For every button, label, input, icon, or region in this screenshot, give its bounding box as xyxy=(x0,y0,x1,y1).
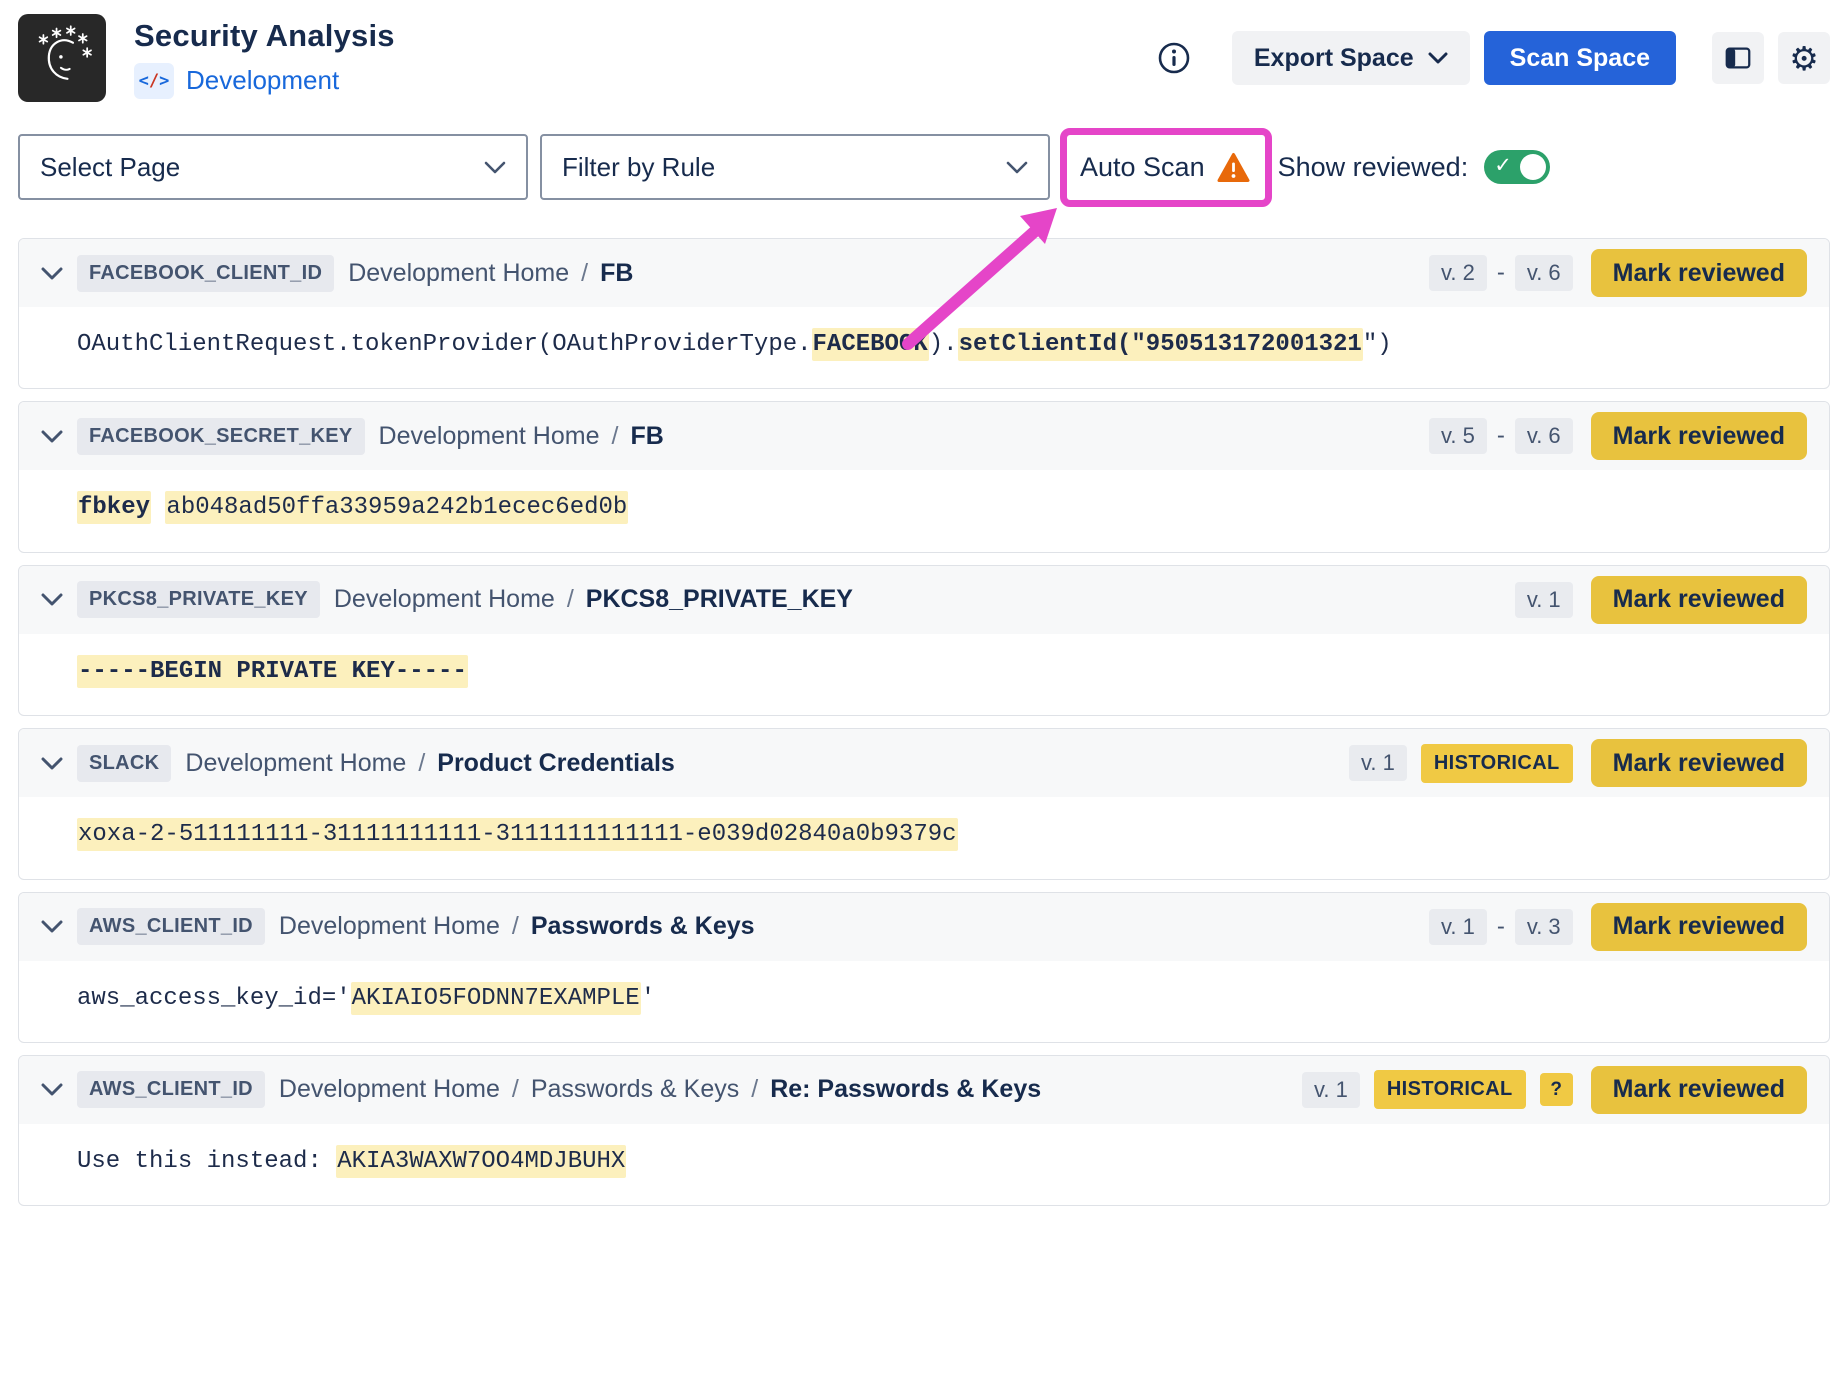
breadcrumb: Development Home/Product Credentials xyxy=(185,749,674,778)
results-list: FACEBOOK_CLIENT_ID Development Home/FB v… xyxy=(18,238,1830,1206)
title-block: Security Analysis </> Development xyxy=(134,18,395,99)
version-range: v. 1 xyxy=(1302,1072,1360,1108)
chevron-down-icon xyxy=(1428,52,1448,64)
export-space-label: Export Space xyxy=(1254,44,1414,73)
collapse-chevron-icon[interactable] xyxy=(41,430,63,443)
result-header: AWS_CLIENT_ID Development Home/Passwords… xyxy=(19,893,1829,961)
collapse-chevron-icon[interactable] xyxy=(41,757,63,770)
result-block: PKCS8_PRIVATE_KEY Development Home/PKCS8… xyxy=(18,565,1830,716)
rule-badge: AWS_CLIENT_ID xyxy=(77,908,265,945)
result-block: FACEBOOK_CLIENT_ID Development Home/FB v… xyxy=(18,238,1830,389)
breadcrumb: Development Home/Passwords & Keys/Re: Pa… xyxy=(279,1075,1041,1104)
rule-badge: AWS_CLIENT_ID xyxy=(77,1071,265,1108)
breadcrumb: Development Home/FB xyxy=(379,422,664,451)
auto-scan-label: Auto Scan xyxy=(1080,152,1205,183)
result-header: PKCS8_PRIVATE_KEY Development Home/PKCS8… xyxy=(19,566,1829,634)
rule-badge: SLACK xyxy=(77,745,171,782)
result-header: SLACK Development Home/Product Credentia… xyxy=(19,729,1829,797)
code-snippet: -----BEGIN PRIVATE KEY----- xyxy=(19,634,1829,715)
chevron-down-icon xyxy=(1006,161,1028,174)
layout-panel-button[interactable] xyxy=(1712,32,1764,84)
mark-reviewed-button[interactable]: Mark reviewed xyxy=(1591,412,1807,460)
collapse-chevron-icon[interactable] xyxy=(41,593,63,606)
version-range: v. 2-v. 6 xyxy=(1429,255,1573,291)
panel-layout-icon xyxy=(1723,43,1753,73)
result-block: SLACK Development Home/Product Credentia… xyxy=(18,728,1830,879)
code-space-icon: </> xyxy=(134,63,174,99)
page-title: Security Analysis xyxy=(134,18,395,54)
check-icon: ✓ xyxy=(1494,153,1512,177)
rule-badge: PKCS8_PRIVATE_KEY xyxy=(77,581,320,618)
filter-rule-dropdown[interactable]: Filter by Rule xyxy=(540,134,1050,200)
code-snippet: fbkey ab048ad50ffa33959a242b1ecec6ed0b xyxy=(19,470,1829,551)
breadcrumb: Development Home/Passwords & Keys xyxy=(279,912,755,941)
code-snippet: OAuthClientRequest.tokenProvider(OAuthPr… xyxy=(19,307,1829,388)
mark-reviewed-button[interactable]: Mark reviewed xyxy=(1591,903,1807,951)
select-page-placeholder: Select Page xyxy=(40,152,180,183)
filter-rule-placeholder: Filter by Rule xyxy=(562,152,715,183)
header: Security Analysis </> Development Export… xyxy=(18,14,1830,102)
result-header: AWS_CLIENT_ID Development Home/Passwords… xyxy=(19,1056,1829,1124)
question-badge[interactable]: ? xyxy=(1540,1073,1573,1106)
show-reviewed-toggle[interactable]: ✓ xyxy=(1484,150,1550,184)
collapse-chevron-icon[interactable] xyxy=(41,267,63,280)
space-link[interactable]: Development xyxy=(186,65,339,96)
historical-badge: HISTORICAL xyxy=(1421,744,1573,783)
mark-reviewed-button[interactable]: Mark reviewed xyxy=(1591,249,1807,297)
result-header: FACEBOOK_CLIENT_ID Development Home/FB v… xyxy=(19,239,1829,307)
rule-badge: FACEBOOK_CLIENT_ID xyxy=(77,255,334,292)
code-snippet: aws_access_key_id='AKIAIO5FODNN7EXAMPLE' xyxy=(19,961,1829,1042)
mark-reviewed-button[interactable]: Mark reviewed xyxy=(1591,576,1807,624)
info-icon[interactable] xyxy=(1156,40,1192,76)
version-range: v. 5-v. 6 xyxy=(1429,418,1573,454)
header-actions: Export Space Scan Space ⚙ xyxy=(1156,31,1830,85)
gear-icon: ⚙ xyxy=(1789,42,1819,75)
result-block: AWS_CLIENT_ID Development Home/Passwords… xyxy=(18,1055,1830,1206)
chevron-down-icon xyxy=(484,161,506,174)
settings-button[interactable]: ⚙ xyxy=(1778,32,1830,84)
result-block: AWS_CLIENT_ID Development Home/Passwords… xyxy=(18,892,1830,1043)
scan-space-button[interactable]: Scan Space xyxy=(1484,31,1676,85)
result-header: FACEBOOK_SECRET_KEY Development Home/FB … xyxy=(19,402,1829,470)
breadcrumb: Development Home/FB xyxy=(348,259,633,288)
version-range: v. 1 xyxy=(1515,582,1573,618)
auto-scan-control[interactable]: Auto Scan xyxy=(1076,152,1254,183)
code-snippet: xoxa-2-511111111-31111111111-31111111111… xyxy=(19,797,1829,878)
code-snippet: Use this instead: AKIA3WAXW7OO4MDJBUHX xyxy=(19,1124,1829,1205)
show-reviewed-control: Show reviewed: ✓ xyxy=(1278,150,1551,184)
export-space-button[interactable]: Export Space xyxy=(1232,31,1470,85)
version-range: v. 1-v. 3 xyxy=(1429,909,1573,945)
mark-reviewed-button[interactable]: Mark reviewed xyxy=(1591,739,1807,787)
app-logo-icon xyxy=(18,14,106,102)
select-page-dropdown[interactable]: Select Page xyxy=(18,134,528,200)
collapse-chevron-icon[interactable] xyxy=(41,1083,63,1096)
rule-badge: FACEBOOK_SECRET_KEY xyxy=(77,418,365,455)
collapse-chevron-icon[interactable] xyxy=(41,920,63,933)
version-range: v. 1 xyxy=(1349,745,1407,781)
mark-reviewed-button[interactable]: Mark reviewed xyxy=(1591,1066,1807,1114)
security-analysis-page: Security Analysis </> Development Export… xyxy=(0,0,1848,1378)
historical-badge: HISTORICAL xyxy=(1374,1070,1526,1109)
toggle-knob xyxy=(1520,154,1546,180)
show-reviewed-label: Show reviewed: xyxy=(1278,152,1469,183)
result-block: FACEBOOK_SECRET_KEY Development Home/FB … xyxy=(18,401,1830,552)
filter-row: Select Page Filter by Rule Auto Scan Sho… xyxy=(18,134,1830,200)
breadcrumb: Development Home/PKCS8_PRIVATE_KEY xyxy=(334,585,853,614)
warning-triangle-icon[interactable] xyxy=(1217,152,1250,183)
